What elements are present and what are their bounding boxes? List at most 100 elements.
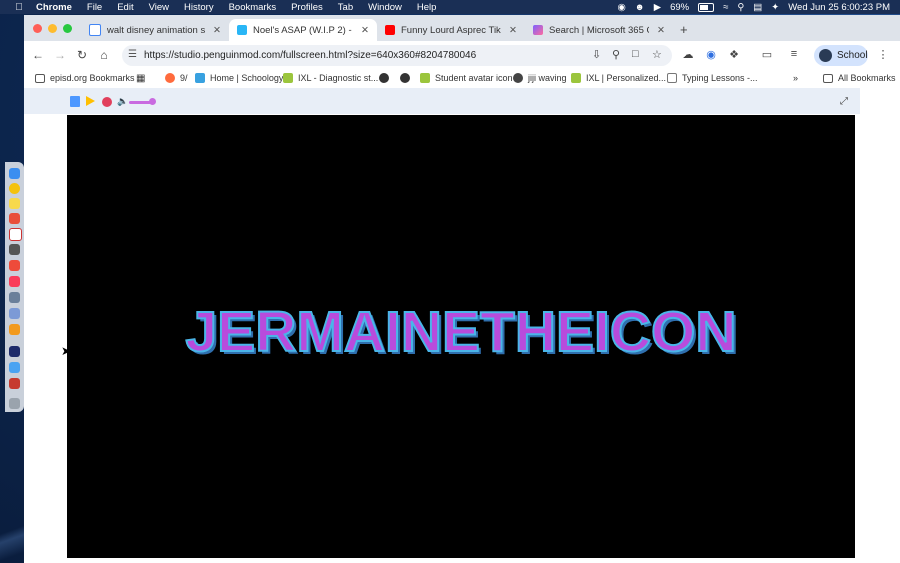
bookmark-label: IXL | Personalized... — [586, 73, 667, 83]
turbo-play-icon[interactable] — [86, 96, 95, 106]
extensions-puzzle-icon[interactable]: ❖ — [727, 48, 741, 61]
menu-file[interactable]: File — [87, 2, 102, 13]
menu-window[interactable]: Window — [368, 2, 402, 13]
apple-menu-icon[interactable]:  — [12, 2, 26, 13]
reading-list-icon[interactable]: ≡ — [787, 48, 801, 60]
volume-icon[interactable]: 🔈 — [117, 96, 128, 107]
bookmark-star-icon[interactable]: ☆ — [652, 48, 662, 61]
bookmark-label: 9/ — [180, 73, 188, 83]
extension-2-icon[interactable]: ◉ — [704, 48, 718, 61]
app-store-icon[interactable] — [9, 362, 20, 373]
music-icon[interactable] — [9, 276, 20, 287]
notes-icon[interactable] — [9, 198, 20, 209]
page-action-icon[interactable]: □ — [632, 48, 639, 60]
penguinmod-icon — [237, 25, 247, 35]
bookmark-student-avatar[interactable]: Student avatar icon — [420, 73, 513, 83]
bookmark-label: episd.org Bookmarks — [50, 73, 135, 83]
close-tab-icon[interactable]: ✕ — [359, 25, 371, 36]
bookmark-label: Typing Lessons -... — [682, 73, 758, 83]
preview-icon[interactable] — [9, 308, 20, 319]
exit-fullscreen-icon[interactable]: ⤢ — [840, 96, 848, 107]
bookmark-schoology[interactable]: Home | Schoology — [195, 73, 283, 83]
battery-percent[interactable]: 69% — [670, 2, 689, 13]
menu-edit[interactable]: Edit — [117, 2, 133, 13]
close-tab-icon[interactable]: ✕ — [655, 25, 667, 36]
tab-copilot[interactable]: Search | Microsoft 365 Copilo ✕ — [525, 19, 673, 41]
bookmark-label: Student avatar icon — [435, 73, 513, 83]
bookmark-tiktok[interactable]: 9/ — [165, 73, 188, 83]
install-app-icon[interactable]: ⇩ — [592, 48, 601, 61]
volume-slider[interactable] — [129, 101, 151, 104]
close-tab-icon[interactable]: ✕ — [507, 25, 519, 36]
dictionary-icon[interactable] — [9, 378, 20, 389]
site-info-icon[interactable]: ☰ — [128, 49, 137, 60]
all-bookmarks[interactable]: All Bookmarks — [823, 73, 896, 83]
mouse-pointer-icon: ➤ — [61, 344, 72, 358]
stop-icon[interactable] — [102, 97, 112, 107]
url-text[interactable]: https://studio.penguinmod.com/fullscreen… — [144, 50, 476, 61]
calendar-icon[interactable] — [9, 228, 22, 241]
bookmark-ixl-diagnostic[interactable]: IXL - Diagnostic st... — [283, 73, 378, 83]
bookmark-typing[interactable]: Typing Lessons -... — [667, 73, 758, 83]
address-bar[interactable]: ☰ https://studio.penguinmod.com/fullscre… — [122, 45, 672, 66]
siri-icon[interactable]: ✦ — [771, 2, 779, 13]
menu-bookmarks[interactable]: Bookmarks — [229, 2, 277, 13]
extension-1-icon[interactable]: ☁ — [681, 48, 695, 61]
books-icon[interactable] — [9, 324, 20, 335]
zoom-icon[interactable]: ⚲ — [612, 48, 620, 61]
finder-icon[interactable] — [9, 168, 20, 179]
record-status-icon[interactable]: ◉ — [617, 2, 625, 13]
system-settings-icon[interactable] — [9, 292, 20, 303]
bookmark-label: jiji waving — [528, 73, 567, 83]
calculator-icon[interactable] — [9, 244, 20, 255]
green-flag-icon[interactable] — [70, 96, 80, 107]
profile-button[interactable]: School — [814, 45, 868, 66]
ixl-icon — [283, 73, 293, 83]
project-stage[interactable]: JERMAINETHEICON — [67, 115, 855, 558]
users-icon[interactable]: ☻ — [635, 2, 645, 13]
imovie-icon[interactable] — [9, 346, 20, 357]
new-tab-icon[interactable]: + — [680, 22, 688, 37]
bookmark-globe-1[interactable] — [379, 73, 394, 83]
menu-profiles[interactable]: Profiles — [291, 2, 323, 13]
media-play-icon[interactable]: ▶ — [654, 2, 661, 13]
menu-history[interactable]: History — [184, 2, 214, 13]
bookmark-globe-2[interactable] — [400, 73, 415, 83]
spotlight-search-icon[interactable]: ⚲ — [737, 2, 744, 13]
close-tab-icon[interactable]: ✕ — [211, 25, 223, 36]
bookmark-label: Home | Schoology — [210, 73, 284, 83]
photo-booth-icon[interactable] — [9, 260, 20, 271]
bookmark-apps[interactable]: ▦ — [136, 73, 145, 84]
photos-icon[interactable] — [9, 213, 20, 224]
trash-icon[interactable] — [9, 398, 20, 409]
close-window-button[interactable] — [33, 24, 42, 33]
control-center-icon[interactable]: ▤ — [753, 2, 762, 13]
bookmarks-overflow[interactable]: » — [793, 73, 798, 83]
bookmark-episd[interactable]: episd.org Bookmarks — [35, 73, 135, 83]
menu-view[interactable]: View — [149, 2, 169, 13]
volume-slider-handle[interactable] — [149, 98, 156, 105]
profile-label: School — [837, 50, 868, 61]
tab-youtube[interactable]: Funny Lourd Asprec Tik Tok 2 ✕ — [377, 19, 525, 41]
menu-tab[interactable]: Tab — [338, 2, 353, 13]
window-controls — [33, 24, 72, 33]
back-icon[interactable]: ← — [30, 47, 46, 63]
menu-clock[interactable]: Wed Jun 25 6:00:23 PM — [788, 2, 890, 13]
menu-app-name[interactable]: Chrome — [36, 2, 72, 13]
home-icon[interactable]: ⌂ — [96, 47, 112, 63]
tab-walt-disney[interactable]: walt disney animation studios ✕ — [81, 19, 229, 41]
tab-search-icon[interactable]: ▭ — [760, 48, 774, 61]
forward-icon[interactable]: → — [52, 47, 68, 63]
menu-help[interactable]: Help — [417, 2, 437, 13]
wifi-icon[interactable]: ≈ — [723, 2, 728, 13]
battery-icon[interactable] — [698, 2, 715, 12]
reload-icon[interactable]: ↻ — [74, 47, 90, 63]
browser-toolbar: ← → ↻ ⌂ ☰ https://studio.penguinmod.com/… — [24, 41, 900, 70]
chrome-icon[interactable] — [9, 183, 20, 194]
more-menu-icon[interactable]: ⋮ — [876, 48, 890, 61]
bookmark-jiji-waving[interactable]: jiji waving — [513, 73, 567, 83]
tab-penguinmod-active[interactable]: Noel's ASAP (W.I.P 2) - Peng ✕ — [229, 19, 377, 41]
bookmark-ixl-personalized[interactable]: IXL | Personalized... — [571, 73, 666, 83]
minimize-window-button[interactable] — [48, 24, 57, 33]
zoom-window-button[interactable] — [63, 24, 72, 33]
